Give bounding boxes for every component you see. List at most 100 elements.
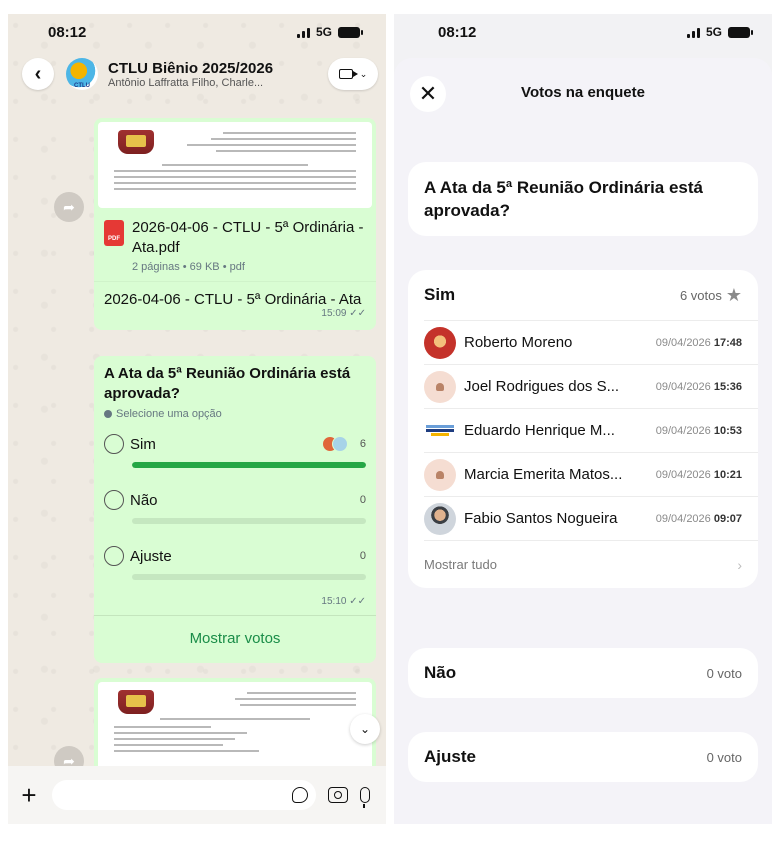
poll-option-bar <box>132 518 366 524</box>
show-all-label: Mostrar tudo <box>424 557 497 572</box>
scroll-down-button[interactable]: ⌄ <box>350 714 380 744</box>
sticker-icon[interactable] <box>292 787 308 803</box>
sheet-title: Votos na enquete <box>521 83 645 101</box>
show-votes-button[interactable]: Mostrar votos <box>94 615 376 663</box>
option-name: Ajuste <box>424 747 476 766</box>
battery-icon <box>728 26 753 38</box>
voter-name: Fabio Santos Nogueira <box>464 510 618 527</box>
document-caption-block: 2026-04-06 - CTLU - 5ª Ordinária - Ata 1… <box>94 281 376 330</box>
video-call-icon <box>338 69 358 79</box>
voter-timestamp: 09/04/2026 10:53 <box>656 425 742 437</box>
option-card-ajuste: Ajuste 0 voto <box>408 732 758 782</box>
poll-option-count: 0 <box>359 494 366 506</box>
question-card: A Ata da 5ª Reunião Ordinária está aprov… <box>408 162 758 236</box>
voter-timestamp: 09/04/2026 09:07 <box>656 513 742 525</box>
option-vote-count: 0 voto <box>706 749 742 765</box>
option-votes: 6 votos ★ <box>680 285 742 306</box>
avatar <box>424 502 456 535</box>
voter-row[interactable]: Joel Rodrigues dos S... 09/04/2026 15:36 <box>424 364 758 408</box>
avatar <box>424 414 456 447</box>
message-input[interactable] <box>52 780 316 810</box>
option-card-sim: Sim 6 votos ★ Roberto Moreno 09/04/2026 1… <box>408 270 758 588</box>
poll-time-value: 15:10 <box>321 596 347 607</box>
poll-message: A Ata da 5ª Reunião Ordinária está aprov… <box>94 356 376 663</box>
screenshot: 08:12 5G ‹ CTLU CTLU Biênio 2025/2026 An… <box>0 0 773 847</box>
poll-time: 15:10 ✓✓ <box>94 580 376 615</box>
group-avatar[interactable]: CTLU <box>66 58 98 90</box>
document-preview[interactable] <box>98 122 372 208</box>
option-header: Não 0 voto <box>408 648 758 698</box>
pdf-icon-label: PDF <box>108 236 120 242</box>
forward-button[interactable]: ➦ <box>54 192 84 222</box>
voter-name: Marcia Emerita Matos... <box>464 466 623 483</box>
signal-icon <box>686 27 700 38</box>
avatar <box>331 436 348 452</box>
close-icon: ✕ <box>418 81 438 106</box>
status-bar: 08:12 5G <box>8 14 386 50</box>
option-vote-count: 0 voto <box>706 665 742 681</box>
message-input-bar: + <box>8 766 386 824</box>
status-indicators: 5G <box>686 25 753 39</box>
voter-date: 09/04/2026 <box>655 380 711 393</box>
document-file-row[interactable]: PDF 2026-04-06 - CTLU - 5ª Ordinária - A… <box>94 212 376 281</box>
voter-row[interactable]: Eduardo Henrique M... 09/04/2026 10:53 <box>424 408 758 452</box>
option-card-nao: Não 0 voto <box>408 648 758 698</box>
network-label: 5G <box>315 25 332 39</box>
voter-timestamp: 09/04/2026 17:48 <box>656 337 742 349</box>
voter-time: 17:48 <box>713 336 742 349</box>
radio-button[interactable] <box>104 434 124 454</box>
mic-icon[interactable] <box>360 787 370 808</box>
status-bar: 08:12 5G <box>394 14 772 50</box>
document-name: 2026-04-06 - CTLU - 5ª Ordinária - Ata.p… <box>132 219 364 256</box>
pdf-icon: PDF <box>104 220 124 246</box>
voter-time: 10:21 <box>713 468 742 481</box>
radio-button[interactable] <box>104 546 124 566</box>
check-icon <box>104 410 112 418</box>
read-receipt-icon: ✓✓ <box>349 596 366 607</box>
message-time-value: 15:09 <box>321 308 347 319</box>
network-label: 5G <box>705 25 722 39</box>
voter-timestamp: 09/04/2026 15:36 <box>656 381 742 393</box>
voter-time: 10:53 <box>713 424 742 437</box>
battery-icon <box>338 26 363 38</box>
voter-row[interactable]: Fabio Santos Nogueira 09/04/2026 09:07 <box>424 496 758 540</box>
message-input-wrap <box>52 780 316 810</box>
video-call-button[interactable]: ⌄ <box>328 58 378 90</box>
show-all-button[interactable]: Mostrar tudo › <box>424 540 758 588</box>
poll-option-label: Não <box>130 491 158 509</box>
voter-date: 09/04/2026 <box>655 424 711 437</box>
camera-icon[interactable] <box>328 787 348 803</box>
option-vote-count: 6 votos <box>679 287 722 303</box>
option-name: Não <box>424 663 457 682</box>
scroll-down-icon: ⌄ <box>359 722 371 736</box>
back-chevron-icon: ‹ <box>34 62 42 85</box>
poll-question: A Ata da 5ª Reunião Ordinária está aprov… <box>104 365 351 402</box>
chevron-down-icon: ⌄ <box>359 68 368 79</box>
poll-option-nao[interactable]: Não 0 <box>94 490 376 524</box>
poll-option-ajuste[interactable]: Ajuste 0 <box>94 546 376 580</box>
document-message[interactable]: PDF 2026-04-06 - CTLU - 5ª Ordinária - A… <box>94 118 376 330</box>
chat-titles[interactable]: CTLU Biênio 2025/2026 Antônio Laffratta … <box>108 60 328 89</box>
back-button[interactable]: ‹ <box>22 58 54 90</box>
voter-timestamp: 09/04/2026 10:21 <box>656 469 742 481</box>
poll-option-label: Sim <box>130 435 156 453</box>
voter-name: Eduardo Henrique M... <box>464 422 615 439</box>
poll-option-row: Não 0 <box>104 490 366 510</box>
voter-date: 09/04/2026 <box>655 336 711 349</box>
forward-icon: ➦ <box>63 198 75 215</box>
document-text-lines <box>114 132 356 194</box>
voter-row[interactable]: Marcia Emerita Matos... 09/04/2026 10:21 <box>424 452 758 496</box>
voter-time: 15:36 <box>713 380 742 393</box>
close-button[interactable]: ✕ <box>410 76 446 112</box>
radio-button[interactable] <box>104 490 124 510</box>
document-text-lines <box>114 692 356 756</box>
poll-hint: Selecione uma opção <box>94 404 376 420</box>
poll-option-fill <box>132 462 366 468</box>
poll-option-sim[interactable]: Sim 6 <box>94 434 376 468</box>
plus-icon[interactable]: + <box>18 780 40 811</box>
poll-option-label: Ajuste <box>130 547 172 565</box>
chat-participants: Antônio Laffratta Filho, Charle... <box>108 76 264 89</box>
votes-sheet: ✕ Votos na enquete A Ata da 5ª Reunião O… <box>394 58 772 824</box>
voter-row[interactable]: Roberto Moreno 09/04/2026 17:48 <box>424 320 758 364</box>
poll-option-count: 6 <box>359 438 366 450</box>
